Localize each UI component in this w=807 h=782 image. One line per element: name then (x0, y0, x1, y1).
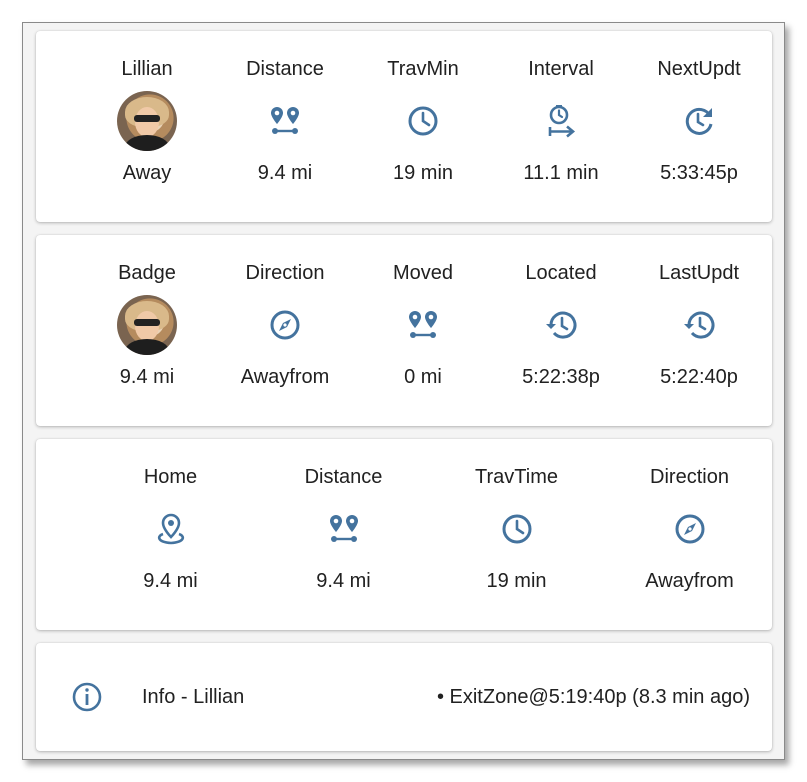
entity-travtime[interactable]: TravTime 19 min (430, 439, 603, 593)
update-icon (685, 107, 713, 135)
entity-label: Direction (650, 466, 729, 488)
avatar (117, 91, 177, 151)
entity-state: Away (122, 162, 172, 184)
timer-arrow-right-icon (548, 105, 576, 138)
info-title: Info - Lillian (142, 685, 245, 708)
entity-located[interactable]: Located 5:22:38p (492, 235, 630, 389)
card-home-zone: Home 9.4 mi Distance 9.4 mi TravTime 19 … (36, 439, 772, 630)
entity-label: Interval (528, 58, 594, 80)
entity-interval[interactable]: Interval 11.1 min (492, 31, 630, 185)
entity-state: 9.4 mi (143, 570, 198, 592)
entity-state: 19 min (486, 570, 547, 592)
entity-lastupdt[interactable]: LastUpdt 5:22:40p (630, 235, 768, 389)
entity-label: NextUpdt (657, 58, 741, 80)
info-status: • ExitZone@5:19:40p (8.3 min ago) (436, 685, 750, 708)
entity-label: TravMin (387, 58, 459, 80)
entity-state: 9.4 mi (257, 162, 313, 184)
entity-state: 19 min (392, 162, 454, 184)
entity-home-distance[interactable]: Distance 9.4 mi (257, 439, 430, 593)
entity-state: Awayfrom (645, 570, 734, 592)
entity-label: LastUpdt (658, 262, 740, 284)
entity-label: Distance (304, 466, 383, 488)
history-icon (684, 311, 715, 339)
entity-nextupdt[interactable]: NextUpdt 5:33:45p (630, 31, 768, 185)
dashboard-panel: Lillian Away Distance 9.4 mi TravMin 19 … (22, 22, 785, 760)
entity-label: Distance (246, 58, 324, 80)
entity-label: Home (143, 466, 198, 488)
entity-travmin[interactable]: TravMin 19 min (354, 31, 492, 185)
clock-outline-icon (408, 106, 438, 136)
entity-state: 9.4 mi (316, 570, 371, 592)
entity-state: 9.4 mi (119, 366, 175, 388)
card-tracking-details: Badge 9.4 mi Direction Awayfrom Moved 0 … (36, 235, 772, 426)
avatar (117, 295, 177, 355)
info-row[interactable]: Info - Lillian • ExitZone@5:19:40p (8.3 … (36, 643, 772, 751)
map-marker-distance-icon (329, 515, 358, 542)
card-tracking-summary: Lillian Away Distance 9.4 mi TravMin 19 … (36, 31, 772, 222)
entity-state: 11.1 min (523, 162, 599, 184)
information-outline-icon (72, 682, 102, 712)
compass-outline-icon (270, 310, 300, 340)
entity-label: Badge (118, 262, 176, 284)
entity-label: Located (525, 262, 597, 284)
entity-label: TravTime (475, 466, 558, 488)
entity-direction[interactable]: Direction Awayfrom (216, 235, 354, 389)
map-marker-radius-icon (157, 513, 184, 545)
entity-state: 5:22:40p (660, 366, 738, 388)
map-marker-distance-icon (409, 311, 437, 338)
entity-label: Moved (392, 262, 454, 284)
entity-label: Lillian (121, 58, 173, 80)
entity-state: 5:22:38p (522, 366, 600, 388)
entity-state: 5:33:45p (660, 162, 738, 184)
entity-lillian[interactable]: Lillian Away (78, 31, 216, 185)
clock-outline-icon (502, 514, 531, 544)
entity-label: Direction (245, 262, 325, 284)
entity-badge[interactable]: Badge 9.4 mi (78, 235, 216, 389)
entity-state: Awayfrom (240, 366, 330, 388)
map-marker-distance-icon (271, 107, 299, 134)
history-icon (546, 311, 577, 339)
entity-state: 0 mi (404, 366, 442, 388)
entity-home[interactable]: Home 9.4 mi (84, 439, 257, 593)
entity-moved[interactable]: Moved 0 mi (354, 235, 492, 389)
entity-distance[interactable]: Distance 9.4 mi (216, 31, 354, 185)
entity-home-direction[interactable]: Direction Awayfrom (603, 439, 776, 593)
compass-outline-icon (675, 514, 704, 544)
